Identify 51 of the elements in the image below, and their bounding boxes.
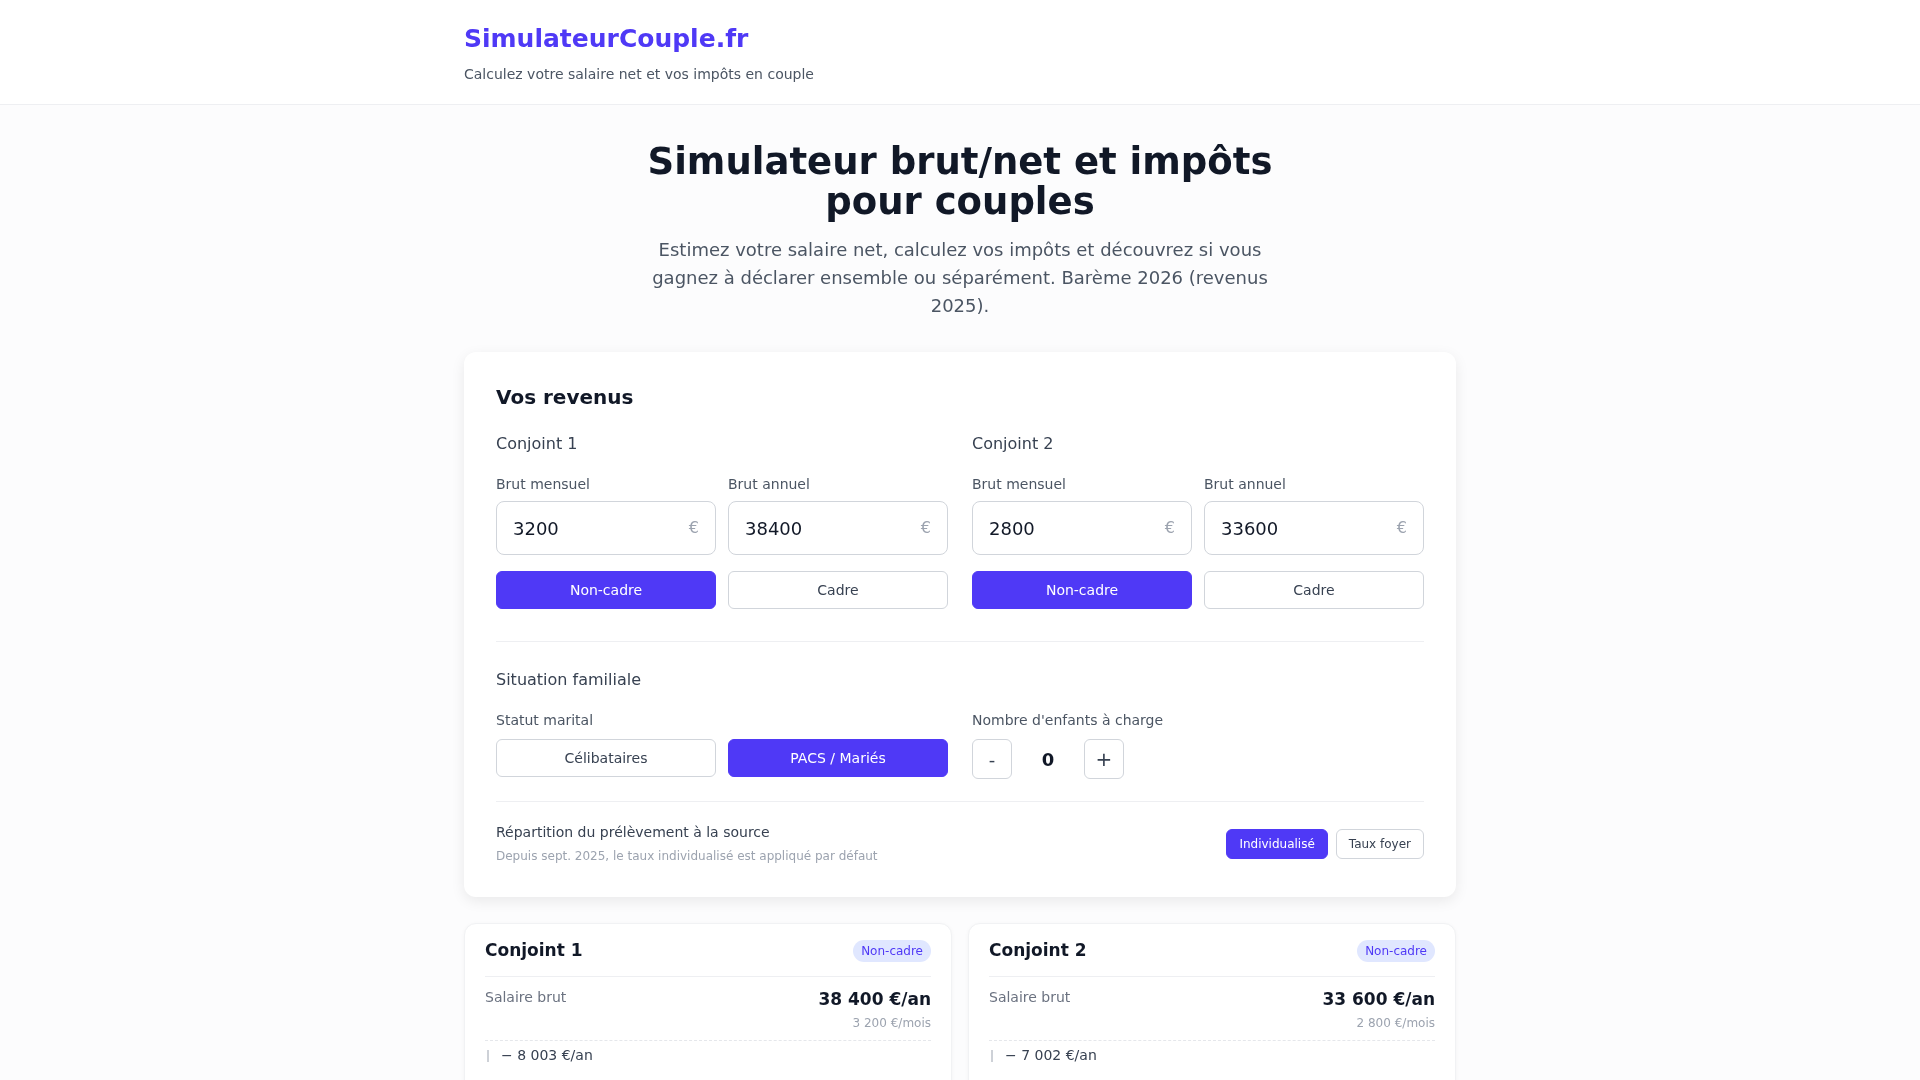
input-value: 3200 xyxy=(513,516,560,541)
option-button[interactable]: Individualisé xyxy=(1226,828,1328,859)
setting-label: Répartition du prélèvement à la source xyxy=(496,823,770,842)
section-subtitle: Situation familiale xyxy=(496,669,641,691)
annual-amount: 33 600 €/an xyxy=(1322,987,1435,1011)
status-badge: Non-cadre xyxy=(1357,939,1435,962)
currency-symbol: € xyxy=(920,517,931,539)
currency-symbol: € xyxy=(1164,517,1175,539)
card-title: Conjoint 2 xyxy=(989,939,1087,962)
card-title: Conjoint 1 xyxy=(485,939,583,962)
input-value: 38400 xyxy=(745,516,804,541)
option-button[interactable]: Célibataires xyxy=(496,739,716,777)
page-subtitle: Estimez votre salaire net, calculez vos impôts et découvrez si vous gagnez à déclarer ensemble ou séparément. Barème 2026 (revenus 2025). xyxy=(651,238,1269,318)
deduction-amount: − 7 002 €/an xyxy=(1005,1046,1097,1065)
amount-input[interactable]: 3200 € xyxy=(496,501,716,555)
spouse-label: Conjoint 1 xyxy=(496,433,578,455)
status-badge: Non-cadre xyxy=(853,939,931,962)
option-button[interactable]: Non-cadre xyxy=(972,571,1192,609)
field-label: Brut mensuel xyxy=(496,475,590,494)
site-logo[interactable]: SimulateurCouple.fr xyxy=(464,24,749,54)
option-button[interactable]: PACS / Mariés xyxy=(728,739,948,777)
row-label: Salaire brut xyxy=(485,987,567,1007)
currency-symbol: € xyxy=(1396,517,1407,539)
currency-symbol: € xyxy=(688,517,699,539)
option-button[interactable]: Non-cadre xyxy=(496,571,716,609)
input-value: 33600 xyxy=(1221,516,1280,541)
annual-amount: 38 400 €/an xyxy=(818,987,931,1011)
option-button[interactable]: Cadre xyxy=(1204,571,1424,609)
section-title: Vos revenus xyxy=(496,384,634,411)
option-button[interactable]: Taux foyer xyxy=(1335,828,1424,859)
amount-input[interactable]: 38400 € xyxy=(728,501,948,555)
field-label: Nombre d'enfants à charge xyxy=(972,711,1164,730)
field-label: Statut marital xyxy=(496,711,594,730)
input-value: 2800 xyxy=(989,516,1036,541)
monthly-amount: 3 200 €/mois xyxy=(852,1015,931,1032)
setting-note: Depuis sept. 2025, le taux individualisé est appliqué par défaut xyxy=(496,848,878,865)
amount-input[interactable]: 2800 € xyxy=(972,501,1192,555)
field-label: Brut mensuel xyxy=(972,475,1066,494)
site-tagline: Calculez votre salaire net et vos impôts en couple xyxy=(464,65,814,84)
increment-button[interactable]: + xyxy=(1084,739,1124,779)
decrement-button[interactable]: - xyxy=(972,739,1012,779)
children-count: 0 xyxy=(1040,747,1056,772)
amount-input[interactable]: 33600 € xyxy=(1204,501,1424,555)
field-label: Brut annuel xyxy=(1204,475,1286,494)
option-button[interactable]: Cadre xyxy=(728,571,948,609)
monthly-amount: 2 800 €/mois xyxy=(1356,1015,1435,1032)
row-label: Salaire brut xyxy=(989,987,1071,1007)
spouse-label: Conjoint 2 xyxy=(972,433,1054,455)
page-title: Simulateur brut/net et impôts pour couples xyxy=(646,142,1274,222)
field-label: Brut annuel xyxy=(728,475,810,494)
deduction-amount: − 8 003 €/an xyxy=(501,1046,593,1065)
